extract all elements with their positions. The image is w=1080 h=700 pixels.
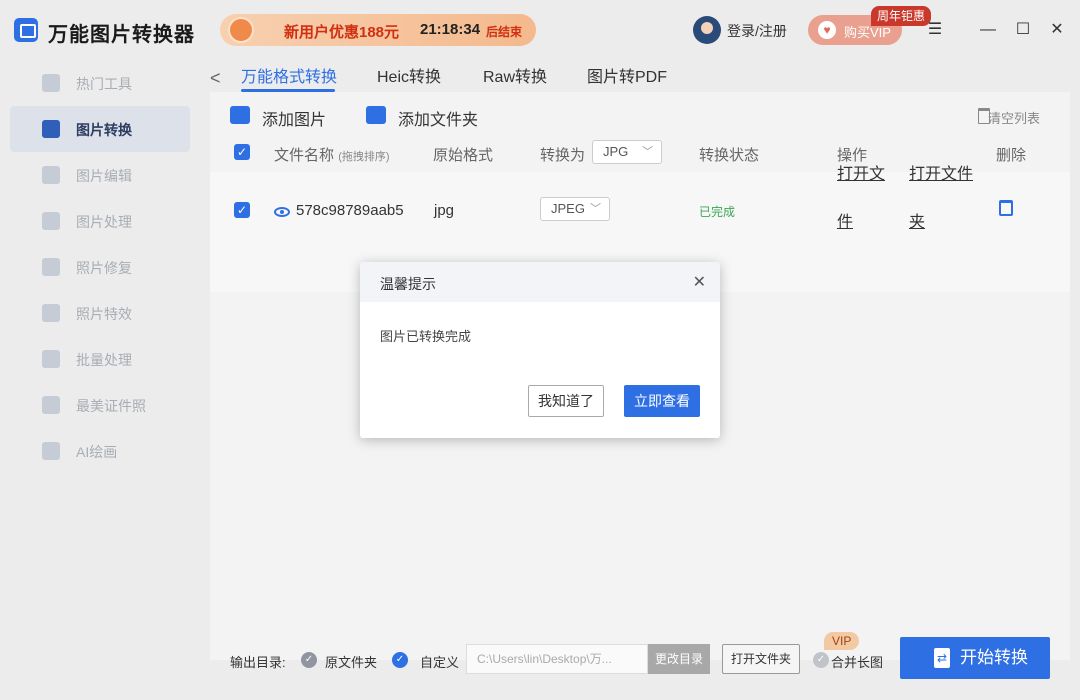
- dialog-title: 温馨提示: [380, 276, 436, 292]
- notice-dialog: 温馨提示 ✕ 图片已转换完成 我知道了 立即查看: [360, 262, 720, 438]
- view-now-button[interactable]: 立即查看: [624, 385, 700, 417]
- got-it-button[interactable]: 我知道了: [528, 385, 604, 417]
- dialog-message: 图片已转换完成: [380, 329, 472, 344]
- dialog-header: 温馨提示 ✕: [360, 262, 720, 302]
- dialog-close-icon[interactable]: ✕: [693, 272, 706, 292]
